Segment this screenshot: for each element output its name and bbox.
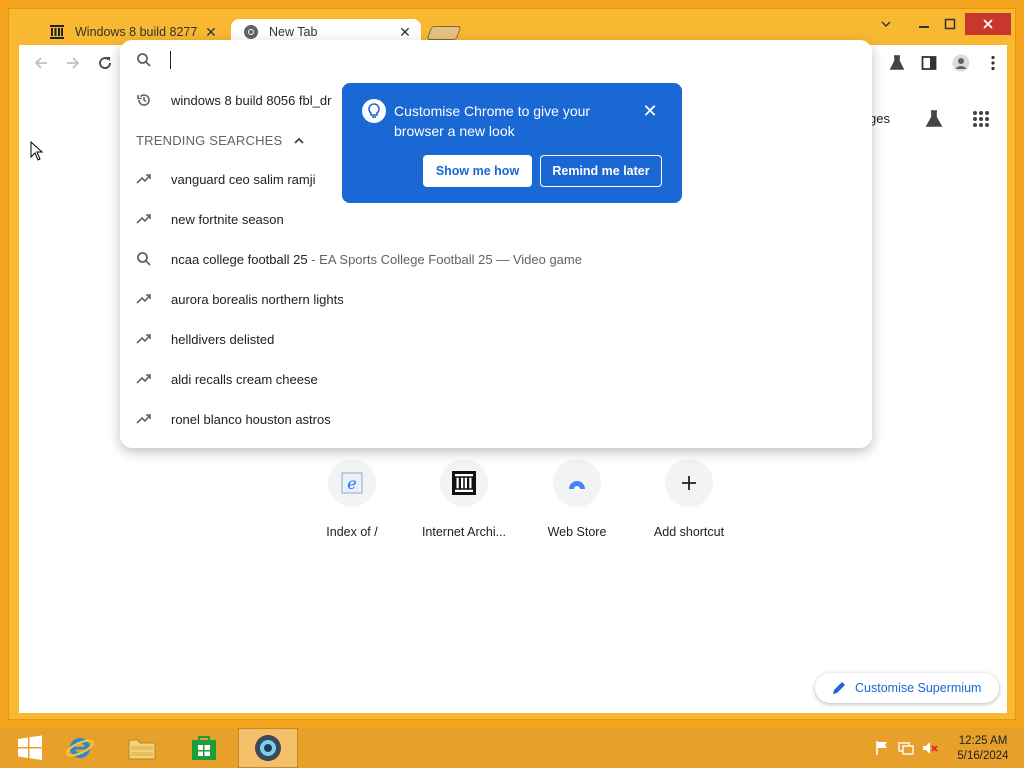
maximize-button[interactable] bbox=[935, 13, 965, 35]
supermium-taskbar[interactable] bbox=[238, 728, 298, 768]
lightbulb-icon bbox=[362, 99, 386, 123]
supermium-icon bbox=[255, 735, 281, 761]
system-clock[interactable]: 12:25 AM 5/16/2024 bbox=[948, 734, 1018, 764]
internet-explorer-icon bbox=[66, 738, 94, 758]
images-link[interactable]: ges bbox=[869, 111, 890, 126]
shortcut-tile bbox=[440, 459, 488, 507]
trending-icon bbox=[136, 214, 151, 224]
windows-logo-icon bbox=[18, 735, 42, 760]
trending-header[interactable]: TRENDING SEARCHES bbox=[136, 133, 306, 148]
reload-icon[interactable] bbox=[95, 53, 115, 73]
customise-promo-bubble: Customise Chrome to give your browser a … bbox=[342, 83, 682, 203]
close-window-button[interactable] bbox=[965, 13, 1011, 35]
chevron-down-icon[interactable] bbox=[871, 13, 901, 35]
shortcut-internet-archive[interactable]: Internet Archi... bbox=[408, 459, 520, 559]
customise-button[interactable]: Customise Supermium bbox=[815, 673, 999, 703]
web-store-icon bbox=[569, 481, 585, 492]
suggestion-text: vanguard ceo salim ramji bbox=[171, 171, 316, 187]
store-bag-icon bbox=[192, 736, 216, 760]
tab-label: New Tab bbox=[269, 25, 318, 39]
trending-header-label: TRENDING SEARCHES bbox=[136, 133, 283, 148]
show-me-how-button[interactable]: Show me how bbox=[423, 155, 532, 187]
text-caret bbox=[170, 51, 171, 69]
suggestion-text: windows 8 build 8056 fbl_dr bbox=[171, 92, 332, 108]
more-menu-icon[interactable] bbox=[983, 53, 1003, 73]
back-icon[interactable] bbox=[31, 53, 51, 73]
shortcut-tile bbox=[553, 459, 601, 507]
remind-me-later-button[interactable]: Remind me later bbox=[540, 155, 662, 187]
list-item[interactable]: ronel blanco houston astros bbox=[120, 399, 872, 439]
suggestion-text: ronel blanco houston astros bbox=[171, 411, 331, 427]
suggestion-text: ncaa college football 25 - EA Sports Col… bbox=[171, 251, 582, 267]
history-icon bbox=[137, 94, 150, 106]
promo-text: Customise Chrome to give your browser a … bbox=[394, 103, 591, 139]
shortcut-tile bbox=[665, 459, 713, 507]
shortcut-label: Index of / bbox=[326, 525, 378, 539]
close-icon[interactable]: ✕ bbox=[642, 102, 658, 120]
clock-time: 12:25 AM bbox=[958, 735, 1008, 747]
lab-flask-icon[interactable] bbox=[887, 53, 907, 73]
close-tab-icon[interactable]: ✕ bbox=[397, 24, 413, 40]
list-item[interactable]: ncaa college football 25 - EA Sports Col… bbox=[120, 239, 872, 279]
labs-flask-icon[interactable] bbox=[922, 107, 946, 131]
suggestion-text: aldi recalls cream cheese bbox=[171, 371, 318, 387]
trending-icon bbox=[136, 174, 151, 184]
trending-icon bbox=[136, 334, 151, 344]
profile-avatar-icon[interactable] bbox=[951, 53, 971, 73]
search-icon bbox=[137, 53, 151, 67]
taskbar: 12:25 AM 5/16/2024 bbox=[0, 728, 1024, 768]
shortcut-tile: e bbox=[328, 459, 376, 507]
shortcut-label: Web Store bbox=[547, 525, 607, 539]
shortcut-add[interactable]: Add shortcut bbox=[633, 459, 745, 559]
list-item[interactable]: new fortnite season bbox=[120, 199, 872, 239]
customise-label: Customise Supermium bbox=[855, 681, 982, 695]
shortcut-index[interactable]: e Index of / bbox=[296, 459, 408, 559]
internet-archive-icon bbox=[50, 25, 64, 39]
pencil-icon bbox=[833, 682, 845, 694]
mouse-cursor-icon bbox=[30, 141, 44, 161]
new-tab-button[interactable] bbox=[426, 26, 462, 40]
internet-archive-icon bbox=[452, 471, 476, 495]
network-icon[interactable] bbox=[898, 740, 914, 756]
shortcut-label: Add shortcut bbox=[653, 525, 725, 539]
list-item[interactable]: aurora borealis northern lights bbox=[120, 279, 872, 319]
suggestion-text: helldivers delisted bbox=[171, 331, 275, 347]
shortcut-web-store[interactable]: Web Store bbox=[521, 459, 633, 559]
clock-date: 5/16/2024 bbox=[957, 750, 1009, 762]
trending-icon bbox=[136, 294, 151, 304]
suggestion-text: new fortnite season bbox=[171, 211, 284, 227]
internet-explorer-taskbar[interactable] bbox=[50, 728, 110, 768]
plus-icon bbox=[682, 476, 696, 490]
chevron-up-icon[interactable] bbox=[292, 134, 306, 148]
trending-icon bbox=[136, 374, 151, 384]
flag-icon[interactable] bbox=[874, 740, 890, 756]
tab-label: Windows 8 build 8277 bbox=[75, 25, 198, 39]
omnibox-input[interactable] bbox=[120, 40, 872, 80]
shortcut-label: Internet Archi... bbox=[421, 525, 507, 539]
side-panel-icon[interactable] bbox=[919, 53, 939, 73]
store-taskbar[interactable] bbox=[174, 728, 234, 768]
file-explorer-taskbar[interactable] bbox=[112, 728, 172, 768]
folder-icon bbox=[128, 739, 156, 760]
svg-text:e: e bbox=[347, 474, 356, 493]
apps-grid-icon[interactable] bbox=[969, 107, 993, 131]
trending-icon bbox=[136, 414, 151, 424]
suggestion-text: aurora borealis northern lights bbox=[171, 291, 344, 307]
ie-icon: e bbox=[341, 472, 363, 494]
list-item[interactable]: helldivers delisted bbox=[120, 319, 872, 359]
close-tab-icon[interactable]: ✕ bbox=[203, 24, 219, 40]
list-item[interactable]: aldi recalls cream cheese bbox=[120, 359, 872, 399]
chromium-icon bbox=[244, 25, 258, 39]
forward-icon[interactable] bbox=[63, 53, 83, 73]
volume-muted-icon[interactable] bbox=[922, 740, 938, 756]
search-icon bbox=[137, 252, 151, 266]
